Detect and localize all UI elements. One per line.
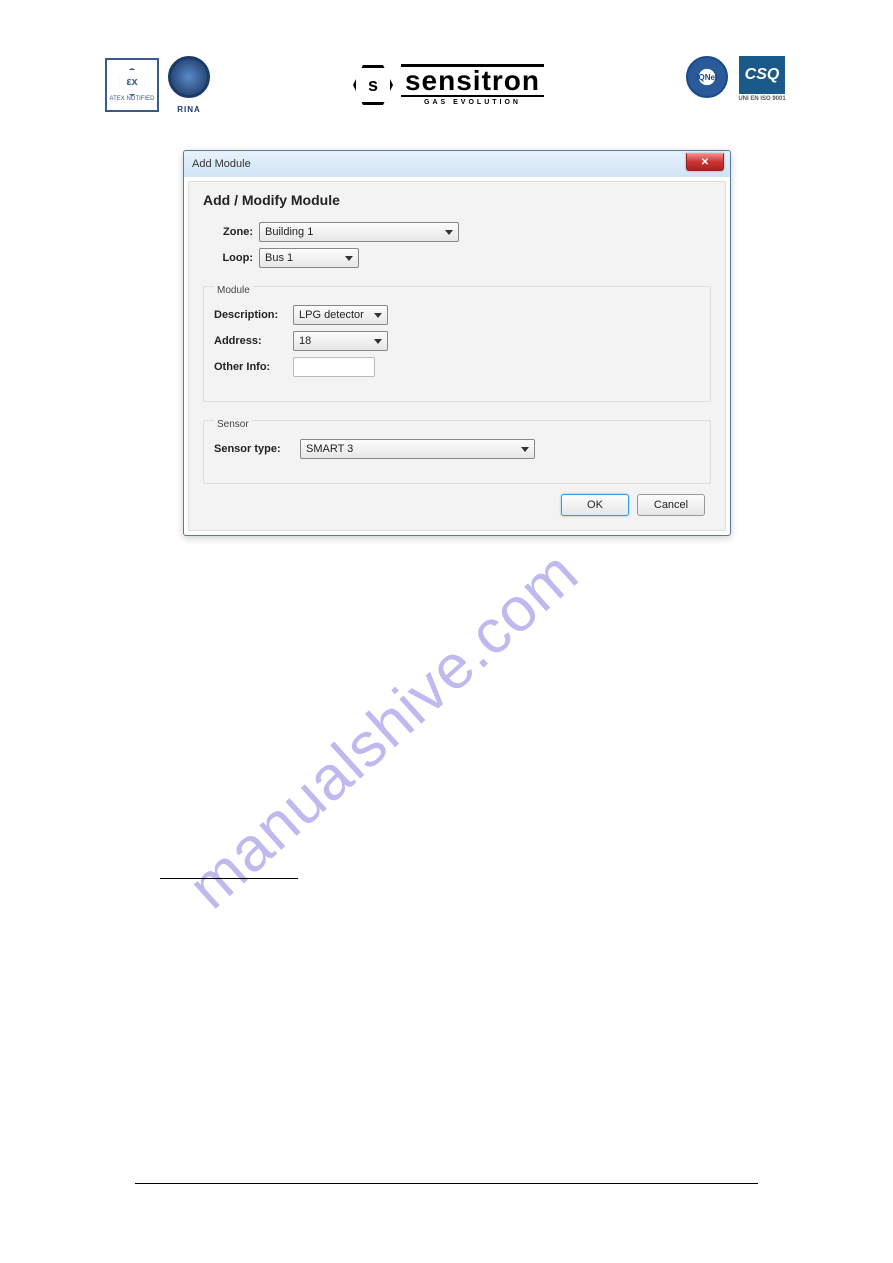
brand-hex-icon: s <box>353 65 393 105</box>
address-label: Address: <box>214 335 289 347</box>
left-logo-group: εx ATEX NOTIFIED RINA <box>105 56 213 114</box>
close-icon: ✕ <box>701 157 709 168</box>
dialog-titlebar[interactable]: Add Module ✕ <box>184 151 730 177</box>
sensor-fieldset: Sensor Sensor type: SMART 3 <box>203 420 711 484</box>
add-module-dialog: Add Module ✕ Add / Modify Module Zone: B… <box>183 150 731 536</box>
brand-subtitle: GAS EVOLUTION <box>424 99 521 106</box>
zone-label: Zone: <box>203 226 253 238</box>
cancel-button[interactable]: Cancel <box>637 494 705 516</box>
brand-text: sensitron GAS EVOLUTION <box>401 64 544 106</box>
ok-label: OK <box>587 499 603 511</box>
ex-symbol: εx <box>126 76 137 88</box>
sensor-legend: Sensor <box>214 419 252 430</box>
description-value: LPG detector <box>299 309 364 321</box>
sensor-type-value: SMART 3 <box>306 443 353 455</box>
loop-label: Loop: <box>203 252 253 264</box>
watermark-text: manualshive.com <box>175 537 592 923</box>
other-info-row: Other Info: <box>214 357 700 377</box>
loop-select[interactable]: Bus 1 <box>259 248 359 268</box>
other-info-input[interactable] <box>293 357 375 377</box>
zone-value: Building 1 <box>265 226 313 238</box>
footer-divider <box>135 1183 758 1184</box>
description-label: Description: <box>214 309 289 321</box>
address-value: 18 <box>299 335 311 347</box>
rina-logo: RINA <box>165 56 213 114</box>
atex-logo: εx ATEX NOTIFIED <box>105 58 159 112</box>
right-logo-group: IQNet CSQ UNI EN ISO 9001 <box>684 56 788 114</box>
hex-icon: εx <box>118 68 146 96</box>
brand-name: sensitron <box>401 64 544 97</box>
dialog-buttons: OK Cancel <box>203 484 711 518</box>
module-legend: Module <box>214 285 253 296</box>
header-logos: εx ATEX NOTIFIED RINA s sensitron GAS EV… <box>105 55 788 115</box>
cancel-label: Cancel <box>654 499 688 511</box>
iqnet-circle-icon: IQNet <box>686 56 728 98</box>
address-select[interactable]: 18 <box>293 331 388 351</box>
csq-box-icon: CSQ <box>739 56 785 94</box>
window-title: Add Module <box>192 158 251 170</box>
sensor-type-label: Sensor type: <box>214 443 296 455</box>
csq-logo: CSQ UNI EN ISO 9001 <box>736 56 788 114</box>
atex-label: ATEX NOTIFIED <box>110 96 155 102</box>
sensor-type-select[interactable]: SMART 3 <box>300 439 535 459</box>
loop-value: Bus 1 <box>265 252 293 264</box>
description-row: Description: LPG detector <box>214 305 700 325</box>
csq-label: CSQ <box>745 66 780 84</box>
csq-sublabel: UNI EN ISO 9001 <box>738 96 785 102</box>
zone-select[interactable]: Building 1 <box>259 222 459 242</box>
sensor-type-row: Sensor type: SMART 3 <box>214 439 700 459</box>
iqnet-label: IQNet <box>696 73 717 82</box>
description-select[interactable]: LPG detector <box>293 305 388 325</box>
iqnet-logo: IQNet <box>684 56 730 114</box>
dialog-title: Add / Modify Module <box>203 192 711 208</box>
sensitron-logo: s sensitron GAS EVOLUTION <box>353 64 544 106</box>
module-fieldset: Module Description: LPG detector Address… <box>203 286 711 402</box>
section-underline <box>160 878 298 879</box>
address-row: Address: 18 <box>214 331 700 351</box>
brand-symbol: s <box>368 75 378 96</box>
ok-button[interactable]: OK <box>561 494 629 516</box>
loop-row: Loop: Bus 1 <box>203 248 711 268</box>
zone-row: Zone: Building 1 <box>203 222 711 242</box>
rina-label: RINA <box>177 105 201 114</box>
close-button[interactable]: ✕ <box>686 153 724 171</box>
other-info-label: Other Info: <box>214 361 289 373</box>
dialog-body: Add / Modify Module Zone: Building 1 Loo… <box>188 181 726 531</box>
rina-circle-icon <box>168 56 210 98</box>
